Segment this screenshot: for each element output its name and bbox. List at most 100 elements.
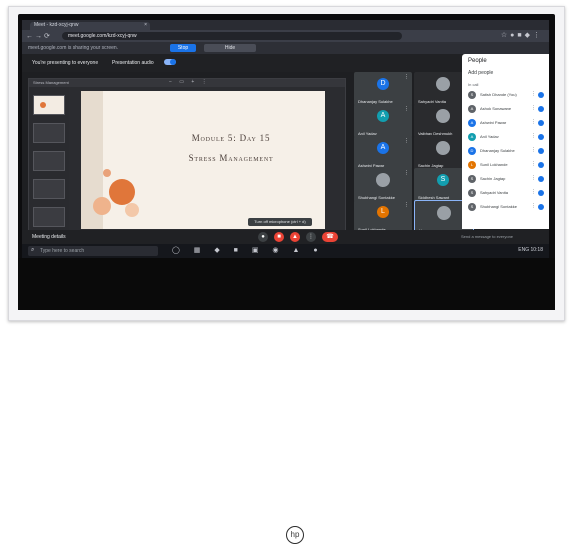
tile-menu-icon[interactable]: ⋮ xyxy=(404,74,409,80)
slide-circle xyxy=(93,197,111,215)
url-text: meet.google.com/kzd-xcyj-qnw xyxy=(68,33,137,39)
participant-avatar: L xyxy=(377,206,389,218)
chat-placeholder: Send a message to everyone xyxy=(461,234,514,239)
person-name: Sahyadri Vanita xyxy=(480,190,508,195)
stop-sharing-button[interactable]: Stop xyxy=(170,44,196,52)
more-vert-icon[interactable]: ⋮ xyxy=(531,175,536,181)
presentation-audio-toggle[interactable] xyxy=(164,59,176,65)
stop-presenting-icon[interactable]: ▲ xyxy=(290,232,300,242)
people-list-item[interactable]: D Dhananjay Sulakhe ⋮ xyxy=(466,146,546,156)
hp-logo-icon: hp xyxy=(286,526,304,544)
presentation-tools[interactable]: − ▭ + ⋮ xyxy=(169,79,210,85)
presenting-text: You're presenting to everyone xyxy=(32,60,99,66)
leave-call-icon[interactable]: ☎ xyxy=(322,232,338,242)
people-list-item[interactable]: A Ashok Sonawane ⋮ xyxy=(466,104,546,114)
tile-menu-icon[interactable]: ⋮ xyxy=(404,202,409,208)
more-options-icon[interactable]: ⋮ xyxy=(306,232,316,242)
chat-input[interactable]: Send a message to everyone xyxy=(461,232,545,242)
address-bar[interactable]: meet.google.com/kzd-xcyj-qnw xyxy=(62,32,402,40)
person-avatar: A xyxy=(468,105,476,113)
participant-tile[interactable]: LSunil Lokhande⋮ xyxy=(354,200,412,234)
taskbar-app-icons[interactable]: ◯ ▦ ◆ ■ ▣ ◉ ▲ ● xyxy=(172,246,324,254)
presentation-audio-label: Presentation audio xyxy=(112,60,154,66)
hide-button[interactable]: Hide xyxy=(204,44,256,52)
pin-icon[interactable] xyxy=(538,106,544,112)
participant-photo xyxy=(436,77,450,91)
pin-icon[interactable] xyxy=(538,148,544,154)
people-list-item[interactable]: S Sahyadri Vanita ⋮ xyxy=(466,188,546,198)
more-vert-icon[interactable]: ⋮ xyxy=(531,147,536,153)
presentation-header: Stress Management − ▭ + ⋮ xyxy=(29,79,345,87)
more-vert-icon[interactable]: ⋮ xyxy=(531,133,536,139)
person-avatar: S xyxy=(468,203,476,211)
slide-subtitle: Stress Management xyxy=(188,153,274,163)
taskbar-search[interactable]: ⌕ Type here to search xyxy=(28,246,158,256)
current-slide: Module 5: Day 15 Stress Management xyxy=(81,91,325,229)
pin-icon[interactable] xyxy=(538,92,544,98)
camera-off-icon[interactable]: ■ xyxy=(274,232,284,242)
person-name: Shubhangi Sontakke xyxy=(480,204,517,209)
more-vert-icon[interactable]: ⋮ xyxy=(531,119,536,125)
more-vert-icon[interactable]: ⋮ xyxy=(531,91,536,97)
pin-icon[interactable] xyxy=(538,176,544,182)
add-people-button[interactable]: Add people xyxy=(468,70,493,76)
person-avatar: S xyxy=(468,91,476,99)
pin-icon[interactable] xyxy=(538,134,544,140)
people-list-item[interactable]: L Sunil Lokhande ⋮ xyxy=(466,160,546,170)
slide-thumbnail[interactable] xyxy=(33,207,65,227)
more-vert-icon[interactable]: ⋮ xyxy=(531,105,536,111)
slide-thumbnail[interactable] xyxy=(33,151,65,171)
screen: Meet - kzd-xcyj-qnw × ←→⟳ meet.google.co… xyxy=(22,20,549,258)
more-vert-icon[interactable]: ⋮ xyxy=(531,161,536,167)
extension-icons[interactable]: ☆●■◆⋮ xyxy=(501,31,543,39)
mic-tooltip: Turn off microphone (ctrl + d) xyxy=(248,218,312,226)
participant-avatar: S xyxy=(437,174,449,186)
people-list-item[interactable]: S Satish Dhande (You) ⋮ xyxy=(466,90,546,100)
person-name: Dhananjay Sulakhe xyxy=(480,148,515,153)
browser-tab[interactable]: Meet - kzd-xcyj-qnw × xyxy=(30,22,150,30)
person-avatar: A xyxy=(468,119,476,127)
meet-controls-bar: Meeting details ● ■ ▲ ⋮ ☎ Send a message… xyxy=(22,230,549,244)
infobar-text: meet.google.com is sharing your screen. xyxy=(28,45,119,51)
slide-thumbnail[interactable] xyxy=(33,95,65,115)
screen-share-infobar: meet.google.com is sharing your screen. … xyxy=(22,42,549,54)
slide-thumbnails xyxy=(29,87,69,239)
participant-tile[interactable]: D Dhananjay Sulakhe ⋮ xyxy=(354,72,412,106)
participant-tile[interactable]: A Ashwini Pawar ⋮ xyxy=(354,136,412,170)
laptop-bezel: hp xyxy=(18,258,555,544)
tile-menu-icon[interactable]: ⋮ xyxy=(404,170,409,176)
pin-icon[interactable] xyxy=(538,120,544,126)
mic-icon[interactable]: ● xyxy=(258,232,268,242)
people-list-item[interactable]: S Shubhangi Sontakke ⋮ xyxy=(466,202,546,212)
close-icon[interactable]: × xyxy=(144,22,147,28)
participant-tile[interactable]: A Anil Yadav ⋮ xyxy=(354,104,412,138)
people-list-item[interactable]: A Ashwini Pawar ⋮ xyxy=(466,118,546,128)
slide-circle xyxy=(103,169,111,177)
slide-circle xyxy=(125,203,139,217)
windows-taskbar: ⌕ Type here to search ◯ ▦ ◆ ■ ▣ ◉ ▲ ● EN… xyxy=(22,244,549,258)
pin-icon[interactable] xyxy=(538,162,544,168)
pin-icon[interactable] xyxy=(538,204,544,210)
system-tray[interactable]: ENG 10:18 xyxy=(518,247,543,253)
tile-menu-icon[interactable]: ⋮ xyxy=(404,106,409,112)
slide-thumbnail[interactable] xyxy=(33,179,65,199)
more-vert-icon[interactable]: ⋮ xyxy=(531,203,536,209)
people-list-item[interactable]: S Sachin Jagtap ⋮ xyxy=(466,174,546,184)
tile-menu-icon[interactable]: ⋮ xyxy=(404,138,409,144)
people-title: People xyxy=(468,58,487,64)
person-name: Ashwini Pawar xyxy=(480,120,507,125)
meet-topbar: You're presenting to everyone Presentati… xyxy=(22,54,462,72)
person-avatar: D xyxy=(468,147,476,155)
slide-thumbnail[interactable] xyxy=(33,123,65,143)
participant-photo xyxy=(376,173,390,187)
nav-icons[interactable]: ←→⟳ xyxy=(26,32,52,40)
more-vert-icon[interactable]: ⋮ xyxy=(531,189,536,195)
person-avatar: A xyxy=(468,133,476,141)
people-list-item[interactable]: A Anil Yadav ⋮ xyxy=(466,132,546,142)
meeting-details-button[interactable]: Meeting details xyxy=(32,234,66,240)
omnibar: ←→⟳ meet.google.com/kzd-xcyj-qnw ☆●■◆⋮ xyxy=(22,30,549,42)
participant-avatar: D xyxy=(377,78,389,90)
participant-tile[interactable]: Shubhangi Sontakke ⋮ xyxy=(354,168,412,202)
browser-tabstrip: Meet - kzd-xcyj-qnw × xyxy=(22,20,549,30)
pin-icon[interactable] xyxy=(538,190,544,196)
